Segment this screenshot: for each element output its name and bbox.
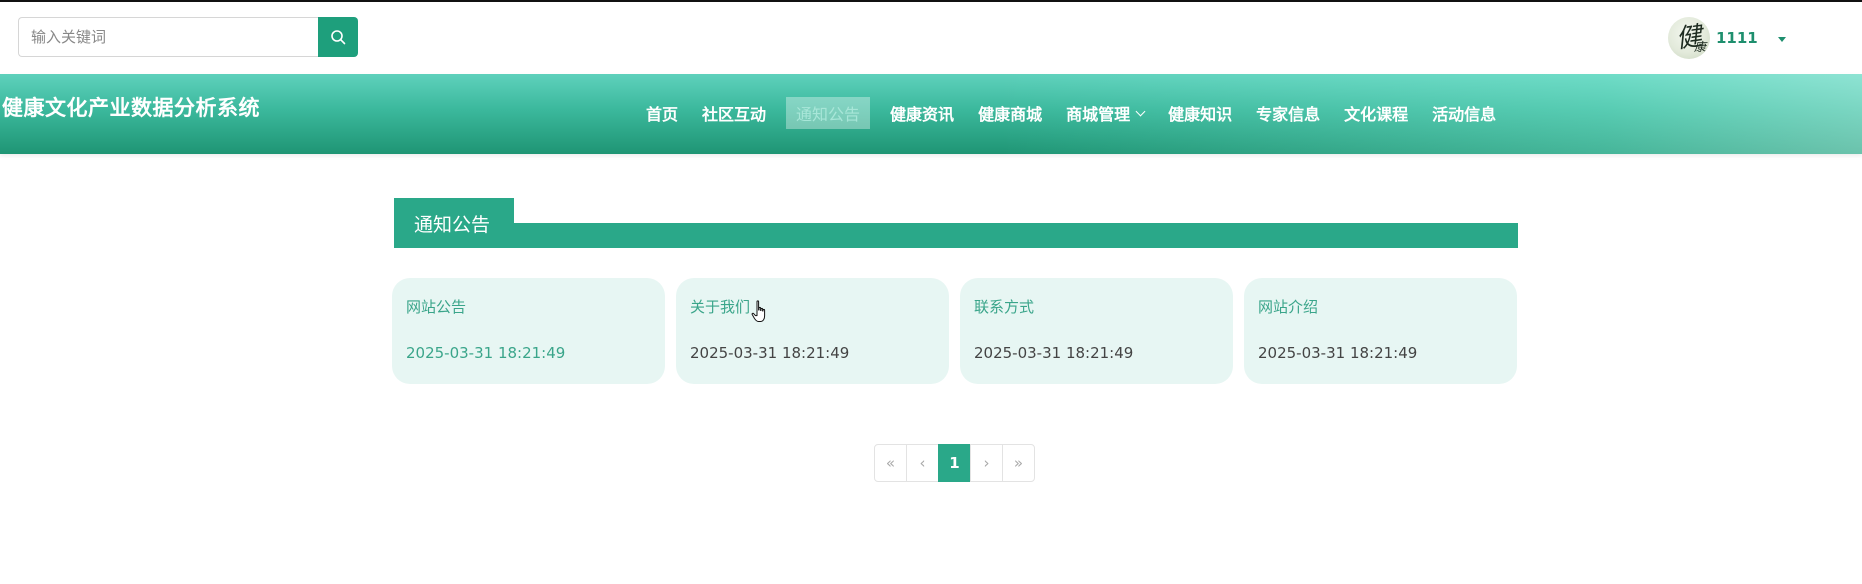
nav-item-label: 健康知识 [1168, 105, 1233, 124]
notice-card[interactable]: 网站公告 2025-03-31 18:21:49 [392, 278, 665, 384]
notice-date: 2025-03-31 18:21:49 [974, 344, 1134, 362]
main-nav: 首页 社区互动 通知公告 健康资讯 健康商城 商城管理 健康知识 专家信息 文化… [634, 97, 1508, 129]
chevron-down-icon [1135, 106, 1146, 116]
nav-item-mall-management[interactable]: 商城管理 [1056, 97, 1154, 129]
nav-item-home[interactable]: 首页 [636, 97, 688, 129]
notice-list: 网站公告 2025-03-31 18:21:49 关于我们 2025-03-31… [392, 278, 1518, 384]
nav-item-label: 专家信息 [1256, 105, 1321, 124]
notice-date: 2025-03-31 18:21:49 [690, 344, 850, 362]
notice-card[interactable]: 联系方式 2025-03-31 18:21:49 [960, 278, 1233, 384]
section-title: 通知公告 [394, 198, 514, 248]
nav-item-health-mall[interactable]: 健康商城 [968, 97, 1052, 129]
notice-title[interactable]: 网站公告 [406, 296, 651, 317]
nav-item-label: 通知公告 [796, 105, 861, 124]
pagination: « ‹ 1 › » [874, 444, 1035, 482]
top-bar: 健 康 1111 [0, 2, 1862, 74]
notice-date: 2025-03-31 18:21:49 [1258, 344, 1418, 362]
prev-page-button[interactable]: ‹ [906, 444, 939, 482]
notice-card[interactable]: 关于我们 2025-03-31 18:21:49 [676, 278, 949, 384]
first-page-button[interactable]: « [874, 444, 907, 482]
username[interactable]: 1111 [1716, 29, 1758, 47]
nav-item-label: 社区互动 [702, 105, 767, 124]
hand-pointer-cursor-icon [751, 300, 766, 322]
avatar-calligraphy-small: 康 [1693, 40, 1706, 54]
search-button[interactable] [318, 17, 358, 57]
next-page-button[interactable]: › [970, 444, 1003, 482]
notice-title[interactable]: 关于我们 [690, 296, 935, 317]
nav-item-label: 商城管理 [1066, 105, 1131, 124]
nav-item-label: 活动信息 [1432, 105, 1497, 124]
nav-item-label: 文化课程 [1344, 105, 1409, 124]
search-icon [331, 30, 346, 45]
user-menu[interactable]: 健 康 1111 [1668, 16, 1786, 60]
nav-item-label: 健康资讯 [890, 105, 955, 124]
section-bar [394, 223, 1518, 248]
site-title: 健康文化产业数据分析系统 [2, 96, 260, 120]
nav-item-culture-courses[interactable]: 文化课程 [1334, 97, 1418, 129]
search-box [18, 17, 358, 57]
nav-item-community[interactable]: 社区互动 [692, 97, 776, 129]
page-number-button[interactable]: 1 [938, 444, 971, 482]
nav-item-label: 首页 [646, 105, 679, 124]
notice-card[interactable]: 网站介绍 2025-03-31 18:21:49 [1244, 278, 1517, 384]
avatar[interactable]: 健 康 [1668, 17, 1710, 59]
notice-title[interactable]: 网站介绍 [1258, 296, 1503, 317]
nav-item-label: 健康商城 [978, 105, 1043, 124]
last-page-button[interactable]: » [1002, 444, 1035, 482]
nav-banner: 健康文化产业数据分析系统 首页 社区互动 通知公告 健康资讯 健康商城 商城管理… [0, 74, 1862, 154]
caret-down-icon[interactable] [1777, 36, 1786, 42]
search-input[interactable] [18, 17, 318, 57]
nav-item-health-knowledge[interactable]: 健康知识 [1158, 97, 1242, 129]
nav-item-health-news[interactable]: 健康资讯 [880, 97, 964, 129]
notice-title[interactable]: 联系方式 [974, 296, 1219, 317]
nav-item-experts[interactable]: 专家信息 [1246, 97, 1330, 129]
nav-item-activities[interactable]: 活动信息 [1422, 97, 1506, 129]
notice-date: 2025-03-31 18:21:49 [406, 344, 566, 362]
nav-item-notices[interactable]: 通知公告 [786, 97, 871, 129]
